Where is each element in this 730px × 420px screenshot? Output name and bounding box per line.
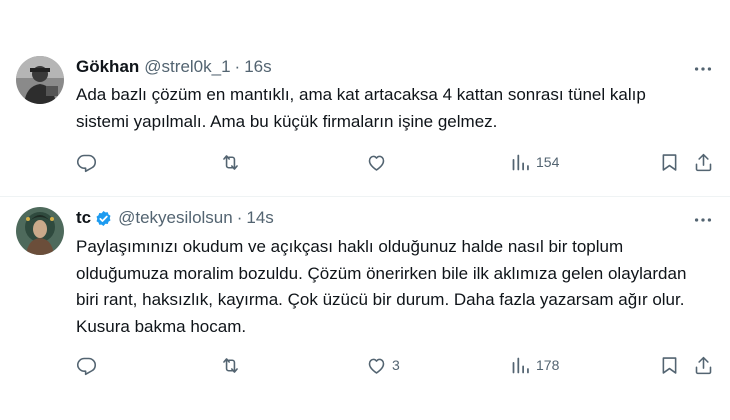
reply-icon [76, 154, 97, 172]
tweet-actions: 154 [76, 150, 716, 174]
views-button[interactable]: 154 [510, 150, 559, 174]
tweet-header: Gökhan @strel0k_1 · 16s [76, 56, 272, 78]
tweet-header: tc @tekyesilolsun · 14s [76, 207, 274, 229]
view-count: 178 [536, 357, 560, 373]
avatar[interactable] [16, 207, 64, 255]
author-name[interactable]: tc [76, 208, 91, 228]
tweet-actions: 3 178 [76, 353, 716, 377]
bookmark-icon [662, 356, 677, 374]
retweet-button[interactable] [220, 353, 246, 377]
author-name[interactable]: Gökhan [76, 57, 139, 77]
timestamp[interactable]: 16s [244, 57, 271, 77]
retweet-icon [223, 154, 238, 170]
bookmark-button[interactable] [659, 353, 680, 377]
like-count: 3 [392, 357, 400, 373]
share-icon [695, 153, 712, 171]
verified-badge-icon [94, 209, 113, 228]
heart-icon [368, 358, 385, 374]
views-button[interactable]: 178 [510, 353, 559, 377]
retweet-icon [223, 357, 238, 373]
bookmark-icon [662, 153, 677, 171]
author-handle[interactable]: @tekyesilolsun [118, 208, 233, 228]
retweet-button[interactable] [220, 150, 246, 174]
views-chart-icon [512, 357, 529, 373]
like-button[interactable]: 3 [366, 353, 400, 377]
share-icon [695, 356, 712, 374]
heart-icon [368, 155, 385, 171]
view-count: 154 [536, 154, 560, 170]
more-dots-icon[interactable] [692, 58, 714, 80]
views-chart-icon [512, 154, 529, 170]
author-handle[interactable]: @strel0k_1 [144, 57, 230, 77]
like-button[interactable] [366, 150, 392, 174]
bookmark-button[interactable] [659, 150, 680, 174]
share-button[interactable] [693, 353, 714, 377]
tweet-text: Paylaşımınızı okudum ve açıkçası haklı o… [76, 237, 687, 336]
tweet-text: Ada bazlı çözüm en mantıklı, ama kat art… [76, 85, 646, 131]
reply-icon [76, 357, 97, 375]
separator-dot: · [234, 57, 241, 76]
share-button[interactable] [693, 150, 714, 174]
reply-button[interactable] [76, 353, 102, 377]
avatar[interactable] [16, 56, 64, 104]
more-dots-icon[interactable] [692, 209, 714, 231]
timestamp[interactable]: 14s [246, 208, 273, 228]
reply-button[interactable] [76, 150, 102, 174]
tweet[interactable]: Gökhan @strel0k_1 · 16s Ada bazlı çözüm … [0, 40, 730, 196]
tweet[interactable]: tc @tekyesilolsun · 14s Paylaşımınızı ok… [0, 197, 730, 420]
separator-dot: · [236, 208, 243, 227]
